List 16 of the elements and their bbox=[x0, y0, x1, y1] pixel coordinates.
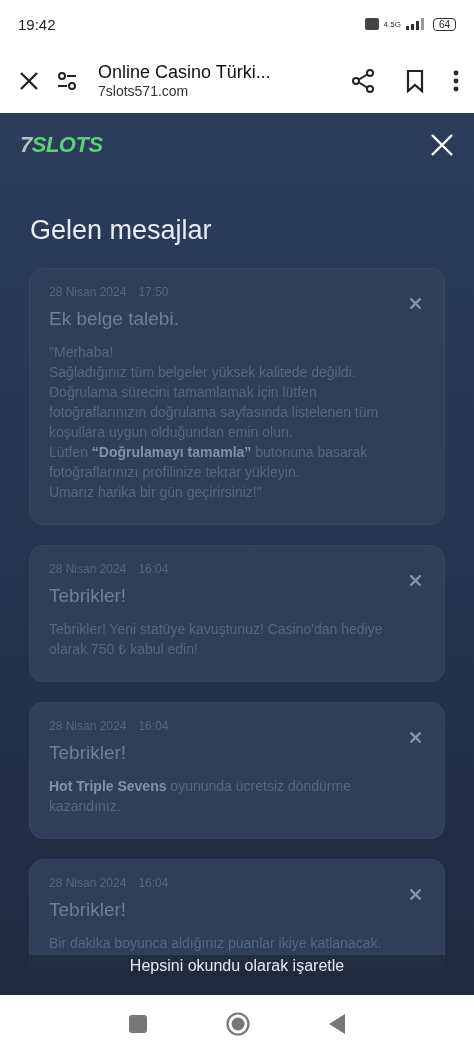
message-title: Tebrikler! bbox=[49, 742, 128, 764]
page-heading: Gelen mesajlar bbox=[30, 215, 213, 246]
battery-level: 64 bbox=[432, 17, 456, 31]
share-icon[interactable] bbox=[350, 67, 376, 94]
logo-text: SLOTS bbox=[31, 132, 103, 158]
recent-apps-icon[interactable] bbox=[129, 1015, 148, 1033]
home-icon[interactable] bbox=[226, 1012, 250, 1036]
logo-number: 7 bbox=[20, 132, 32, 158]
page-url[interactable]: 7slots571.com bbox=[98, 83, 338, 99]
status-time: 19:42 bbox=[18, 15, 56, 33]
page-title: Online Casino Türki... bbox=[98, 62, 272, 83]
message-title: Tebrikler! bbox=[49, 585, 128, 607]
message-title: Ek belge talebi. bbox=[49, 308, 180, 330]
network-type: 4.5G bbox=[383, 19, 401, 29]
message-title: Tebrikler! bbox=[49, 899, 128, 921]
back-icon[interactable] bbox=[328, 1014, 345, 1034]
